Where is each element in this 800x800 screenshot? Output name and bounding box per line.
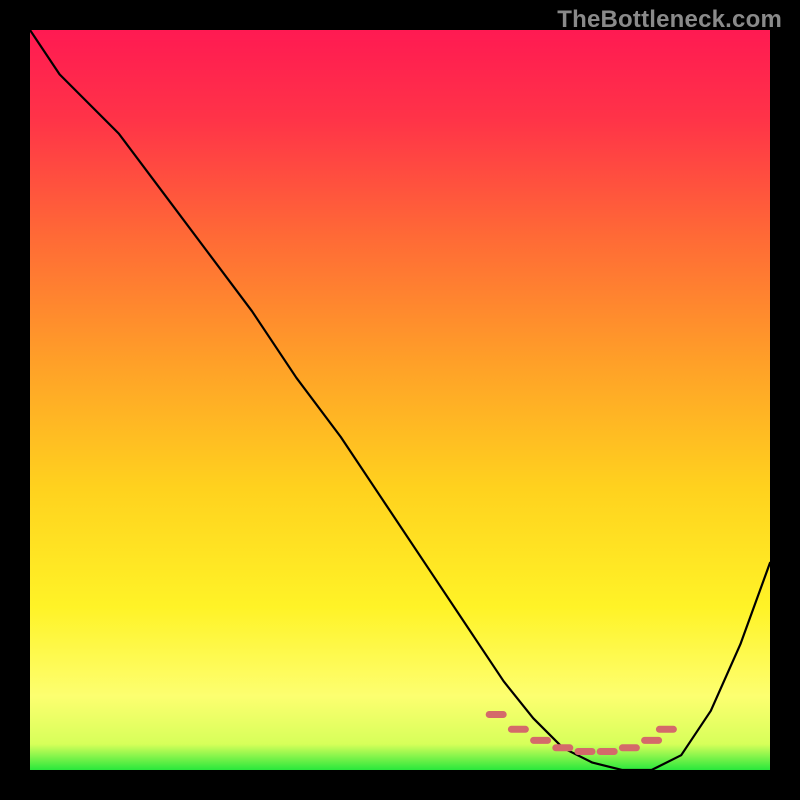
chart-container: TheBottleneck.com [0, 0, 800, 800]
bottleneck-curve [30, 30, 770, 770]
valley-markers [489, 715, 673, 752]
curve-layer [30, 30, 770, 770]
plot-area [30, 30, 770, 770]
